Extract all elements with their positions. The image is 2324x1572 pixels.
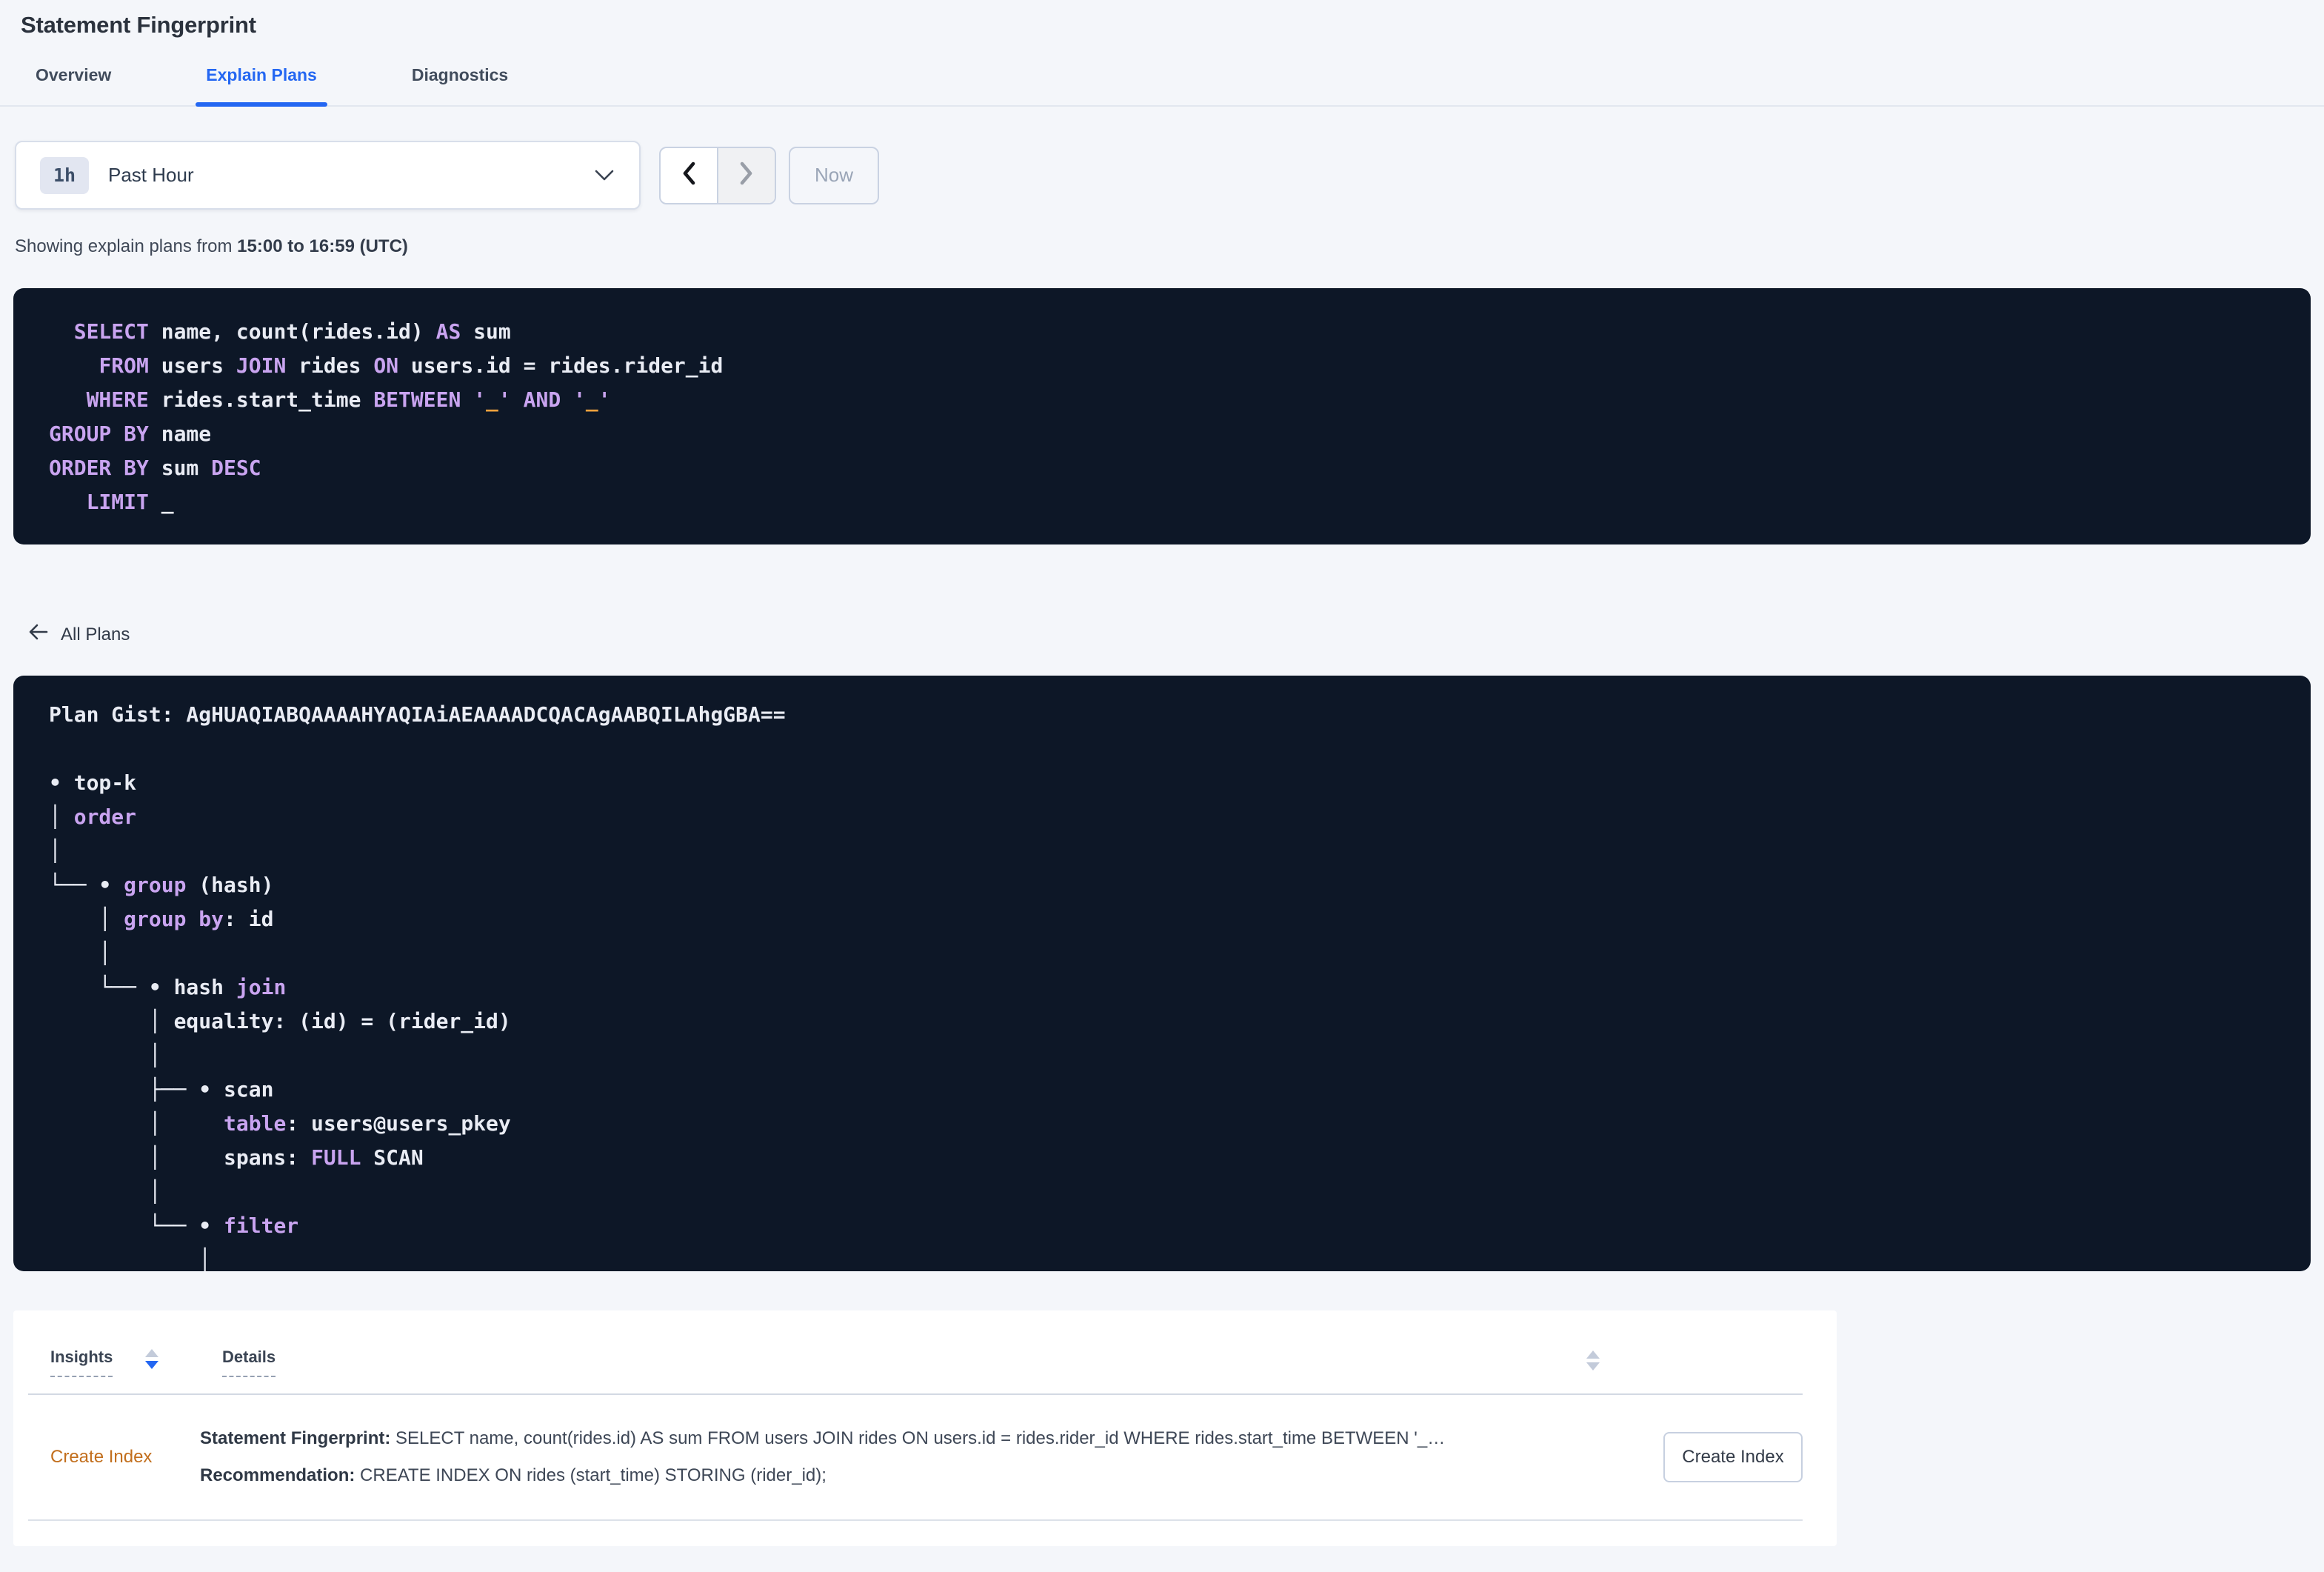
- sort-icon-insights[interactable]: [145, 1349, 159, 1369]
- insights-table-card: Insights Details Create Index Statement …: [13, 1310, 1837, 1546]
- previous-interval-button[interactable]: [661, 148, 717, 203]
- sort-up-arrow: [145, 1349, 159, 1357]
- interval-badge: 1h: [40, 156, 89, 194]
- sort-up-arrow: [1586, 1350, 1600, 1359]
- plan-gist-block: Plan Gist: AgHUAQIABQAAAAHYAQIAiAEAAAADC…: [13, 676, 2311, 1271]
- tab-diagnostics[interactable]: Diagnostics: [401, 65, 518, 105]
- insight-details-cell: Statement Fingerprint: SELECT name, coun…: [200, 1420, 1644, 1494]
- chevron-down-icon: [595, 170, 614, 181]
- sql-statement-block: SELECT name, count(rides.id) AS sum FROM…: [13, 288, 2311, 544]
- insights-table-header: Insights Details: [28, 1310, 1803, 1395]
- time-range-select[interactable]: 1h Past Hour: [15, 141, 641, 210]
- sql-code: SELECT name, count(rides.id) AS sum FROM…: [49, 319, 724, 514]
- recommendation-line: Recommendation: CREATE INDEX ON rides (s…: [200, 1457, 1644, 1494]
- recommendation-label: Recommendation:: [200, 1465, 355, 1485]
- all-plans-back-link[interactable]: All Plans: [27, 622, 130, 647]
- caption-time-range: 15:00 to 16:59 (UTC): [237, 236, 408, 256]
- statement-fingerprint-line: Statement Fingerprint: SELECT name, coun…: [200, 1420, 1644, 1457]
- recommendation-value: CREATE INDEX ON rides (start_time) STORI…: [355, 1465, 827, 1485]
- statement-fingerprint-value: SELECT name, count(rides.id) AS sum FROM…: [390, 1428, 1446, 1448]
- time-step-button-group: [659, 146, 776, 204]
- all-plans-label: All Plans: [61, 624, 130, 645]
- column-header-details[interactable]: Details: [222, 1348, 276, 1377]
- page-title: Statement Fingerprint: [21, 12, 256, 38]
- arrow-left-icon: [27, 622, 49, 647]
- next-interval-button[interactable]: [717, 147, 775, 203]
- tab-explain-plans[interactable]: Explain Plans: [196, 65, 327, 107]
- table-row: Create Index Statement Fingerprint: SELE…: [28, 1395, 1803, 1521]
- insight-type-link[interactable]: Create Index: [28, 1447, 200, 1468]
- create-index-button[interactable]: Create Index: [1663, 1432, 1803, 1482]
- column-header-insights[interactable]: Insights: [50, 1348, 222, 1377]
- tab-overview[interactable]: Overview: [25, 65, 121, 105]
- insights-header-label[interactable]: Insights: [50, 1348, 113, 1377]
- chevron-left-icon: [681, 161, 697, 190]
- time-range-label: Past Hour: [108, 164, 194, 186]
- caption-prefix: Showing explain plans from: [15, 236, 238, 256]
- showing-plans-caption: Showing explain plans from 15:00 to 16:5…: [15, 236, 2324, 257]
- sort-icon-details[interactable]: [1586, 1350, 1600, 1370]
- statement-fingerprint-label: Statement Fingerprint:: [200, 1428, 391, 1448]
- tab-bar: Overview Explain Plans Diagnostics: [0, 65, 2324, 107]
- now-button[interactable]: Now: [789, 146, 879, 204]
- details-header-label[interactable]: Details: [222, 1348, 276, 1377]
- sort-down-arrow-active: [145, 1361, 159, 1369]
- sort-down-arrow: [1586, 1362, 1600, 1370]
- plan-gist-tree: Plan Gist: AgHUAQIABQAAAAHYAQIAiAEAAAADC…: [49, 702, 786, 1271]
- chevron-right-icon: [738, 161, 755, 190]
- action-cell: Create Index: [1663, 1432, 1803, 1482]
- time-controls: 1h Past Hour Now: [15, 141, 2324, 210]
